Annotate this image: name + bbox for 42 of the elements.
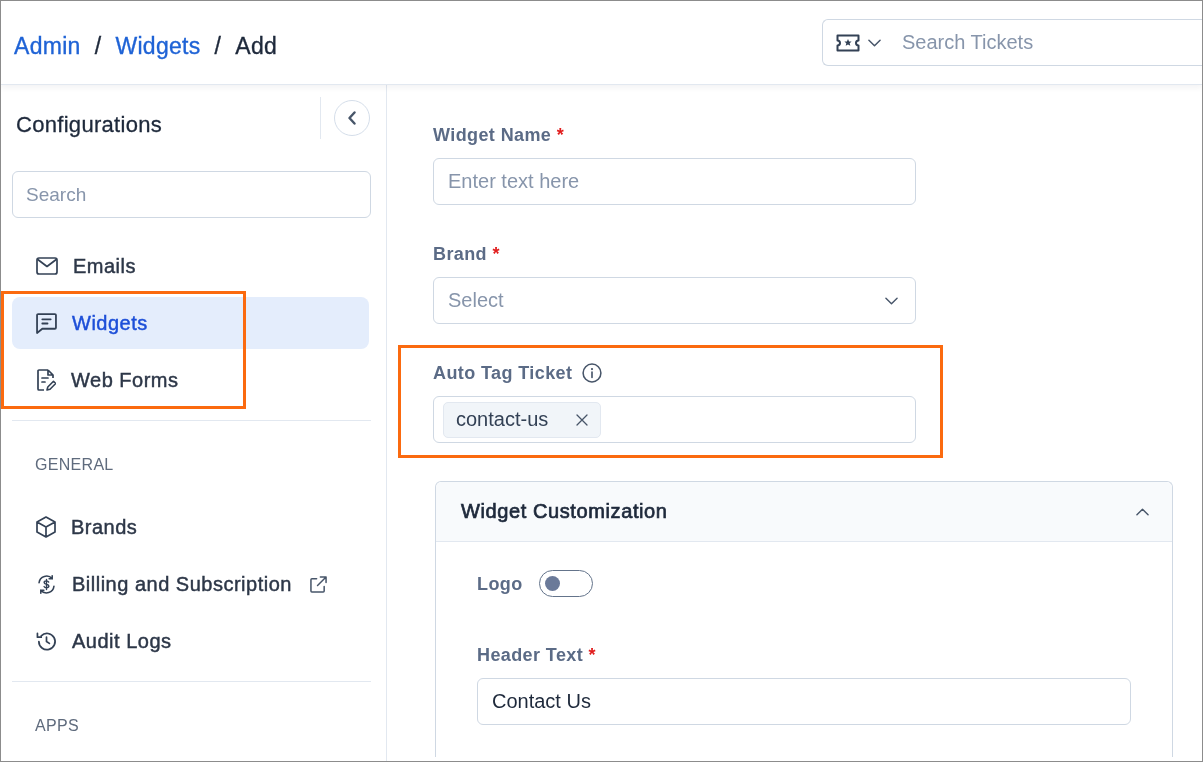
field-label: Logo [477, 572, 523, 595]
ticket-search-field[interactable]: Search Tickets [822, 19, 1202, 66]
history-icon [36, 630, 57, 652]
breadcrumb-separator: / [94, 33, 102, 60]
sidebar-item[interactable]: Brands [12, 501, 369, 553]
section-heading: GENERAL [34, 455, 115, 475]
mail-icon [36, 257, 58, 275]
chevron-left-icon [348, 111, 356, 125]
search-input[interactable]: Search Tickets [902, 27, 1202, 58]
close-icon[interactable] [576, 413, 589, 426]
info-icon[interactable] [582, 363, 603, 383]
sidebar-item[interactable]: Emails [12, 240, 369, 292]
accordion-header[interactable]: Widget Customization [436, 482, 1172, 542]
text-input[interactable]: Enter text here [433, 158, 916, 205]
text-input[interactable]: Contact Us [477, 678, 1131, 725]
sidebar-item[interactable]: Billing and Subscription [12, 558, 369, 610]
chevron-down-icon [885, 296, 898, 305]
currency-cycle-icon [36, 573, 57, 595]
ticket-icon[interactable] [836, 33, 860, 52]
tag-label: contact-us [456, 408, 549, 431]
section-heading: APPS [34, 716, 80, 736]
breadcrumb-link[interactable]: Admin [14, 33, 81, 60]
sidebar-item[interactable]: Widgets [12, 297, 369, 349]
breadcrumb-current: Add [235, 33, 278, 60]
chat-icon [36, 312, 57, 334]
sidebar-title: Configurations [15, 112, 164, 139]
external-link-icon[interactable] [309, 575, 327, 593]
breadcrumb-link[interactable]: Widgets [115, 33, 201, 60]
field-label: Brand * [433, 243, 500, 265]
chevron-down-icon[interactable] [868, 38, 881, 47]
form-edit-icon [36, 369, 56, 391]
collapse-button[interactable] [334, 100, 370, 136]
sidebar-item[interactable]: Audit Logs [12, 615, 369, 667]
field-label: Header Text * [477, 644, 596, 666]
tag-input-field[interactable]: contact-us [433, 396, 916, 443]
field-label: Widget Name * [433, 124, 565, 146]
breadcrumb-separator: / [214, 33, 222, 60]
sidebar-item[interactable]: Web Forms [12, 354, 369, 406]
chevron-up-icon [1136, 507, 1149, 516]
search-field[interactable]: Search [12, 171, 371, 218]
field-label: Auto Tag Ticket [433, 362, 573, 384]
cube-icon [36, 516, 56, 538]
